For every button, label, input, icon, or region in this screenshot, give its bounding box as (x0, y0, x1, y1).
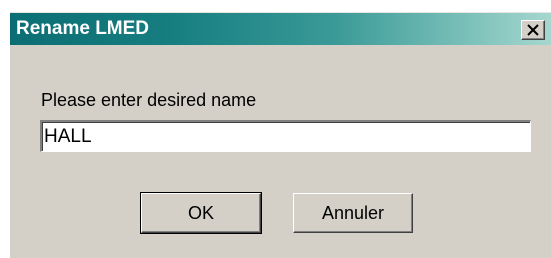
name-prompt-label: Please enter desired name (41, 90, 257, 110)
rename-dialog: Rename LMED Please enter desired name OK… (10, 12, 551, 258)
close-icon (527, 24, 539, 36)
title-bar[interactable]: Rename LMED (10, 13, 551, 45)
name-input[interactable] (40, 120, 531, 152)
cancel-button[interactable]: Annuler (293, 193, 413, 233)
close-button[interactable] (521, 20, 545, 40)
ok-button[interactable]: OK (140, 192, 262, 234)
dialog-title: Rename LMED (16, 18, 150, 39)
